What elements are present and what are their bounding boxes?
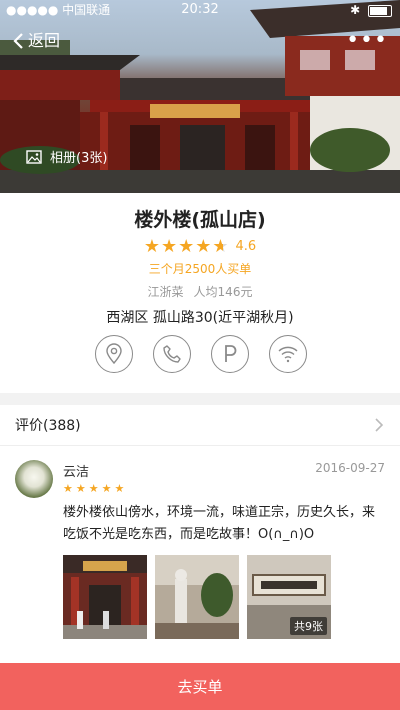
reviews-section: 评价(388) 云洁 2016-09-27 ★★★★★ 楼外楼依山傍水，环境一流… — [0, 405, 400, 665]
review-photo-2[interactable] — [155, 555, 239, 639]
review-item: 云洁 2016-09-27 ★★★★★ 楼外楼依山傍水，环境一流，味道正宗，历史… — [0, 446, 400, 665]
map-button[interactable] — [95, 335, 133, 373]
review-date: 2016-09-27 — [315, 461, 385, 475]
avatar[interactable] — [15, 460, 53, 498]
wifi-icon — [278, 346, 298, 363]
parking-button[interactable] — [211, 335, 249, 373]
review-stars-icon: ★★★★★ — [63, 482, 128, 495]
shop-info-card: 楼外楼(孤山店) ★★★★★ 4.6 三个月2500人买单 江浙菜 人均146元 … — [0, 193, 400, 393]
reviews-title: 评价(388) — [15, 418, 81, 434]
star-rating-icon: ★★★★★ — [143, 236, 230, 257]
sales-count: 三个月2500人买单 — [148, 262, 252, 276]
rating-value: 4.6 — [235, 239, 257, 254]
review-photo-1[interactable] — [63, 555, 147, 639]
parking-icon — [225, 345, 237, 362]
avg-price-label: 人均146元 — [193, 285, 253, 299]
wifi-button[interactable] — [269, 335, 307, 373]
chevron-right-icon — [375, 418, 384, 432]
clock: 20:32 — [181, 2, 219, 17]
reviewer-name: 云洁 — [63, 465, 90, 480]
back-button[interactable]: 返回 — [12, 30, 60, 52]
shop-name: 楼外楼(孤山店) — [134, 209, 266, 231]
shop-meta: 江浙菜 人均146元 — [0, 283, 400, 300]
chevron-left-icon — [13, 33, 23, 49]
review-photo-3[interactable]: 共9张 — [247, 555, 331, 639]
lobby-statue-photo — [155, 555, 239, 639]
status-bar: ●●●●● 中国联通 20:32 ✱ — [0, 0, 400, 20]
buy-button[interactable]: 去买单 — [0, 663, 400, 710]
image-icon — [26, 149, 42, 164]
restaurant-entrance-photo — [63, 555, 147, 639]
call-button[interactable] — [153, 335, 191, 373]
review-text: 楼外楼依山傍水，环境一流，味道正宗，历史久长，来吃饭不光是吃东西，而是吃故事！O… — [63, 505, 376, 542]
cuisine-label: 江浙菜 — [147, 285, 184, 299]
bluetooth-icon: ✱ — [350, 3, 361, 17]
photo-count-badge: 共9张 — [290, 617, 327, 635]
back-label: 返回 — [28, 31, 61, 50]
more-button[interactable]: ••• — [346, 30, 388, 52]
album-button[interactable]: 相册(3张) — [26, 147, 107, 166]
status-icons: ✱ — [350, 0, 392, 20]
hero-image[interactable]: ●●●●● 中国联通 20:32 ✱ 返回 ••• 相册(3张) — [0, 0, 400, 193]
shop-address: 西湖区 孤山路30(近平湖秋月) — [106, 310, 294, 326]
reviews-header[interactable]: 评价(388) — [0, 405, 400, 446]
album-label: 相册(3张) — [50, 151, 108, 166]
review-photos: 共9张 — [63, 555, 331, 639]
phone-icon — [163, 345, 181, 363]
battery-icon — [368, 4, 392, 17]
action-buttons — [95, 335, 307, 375]
location-pin-icon — [106, 343, 122, 365]
more-dots-icon: ••• — [346, 28, 388, 53]
rating-row: ★★★★★ 4.6 — [0, 236, 400, 257]
